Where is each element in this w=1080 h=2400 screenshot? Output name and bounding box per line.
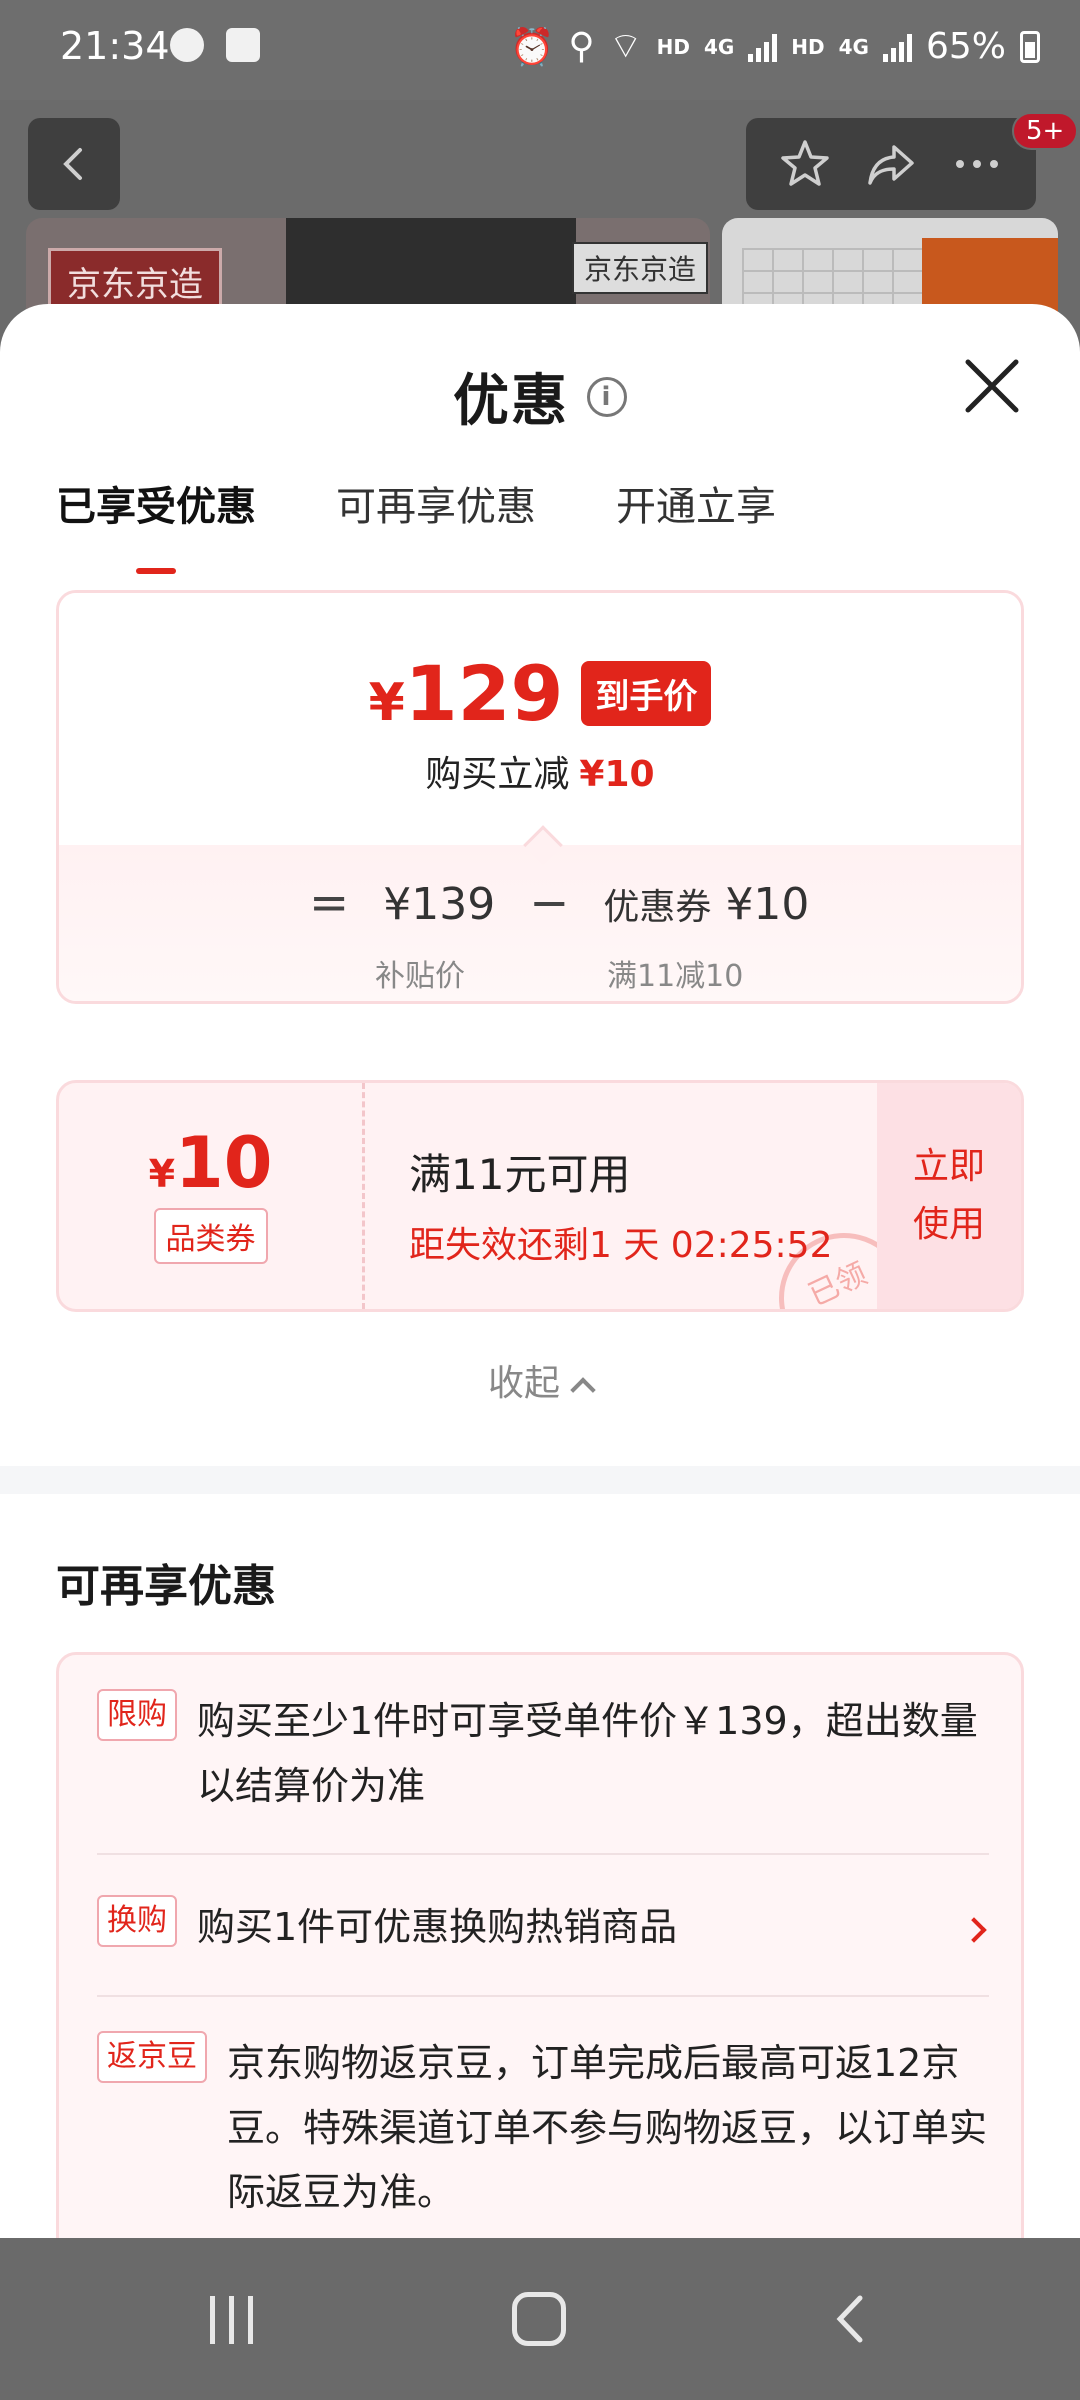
- location-icon: ⚲: [568, 26, 595, 67]
- promo-item-exchange[interactable]: 换购 购买1件可优惠换购热销商品: [97, 1853, 989, 1960]
- recent-apps-button[interactable]: [210, 2296, 253, 2344]
- coupon-amount: ¥10: [148, 1122, 273, 1204]
- more-discounts-card: 限购 购买至少1件时可享受单件价￥139，超出数量以结算价为准 换购 购买1件可…: [56, 1652, 1024, 2238]
- discount-tabs: 已享受优惠 可再享优惠 开通立享: [56, 474, 776, 574]
- use-now-button[interactable]: 立即 使用: [877, 1083, 1021, 1309]
- coupon-expiry-countdown: 距失效还剩1 天 02:25:52: [409, 1225, 833, 1266]
- signal-icon-1: [748, 32, 778, 62]
- hd-label-2: HD: [791, 34, 825, 59]
- tab-more-available[interactable]: 可再享优惠: [336, 474, 536, 532]
- price-breakdown: = ¥139 − 优惠券 ¥10 补贴价 满11减10: [59, 825, 1021, 1001]
- coupon-category-badge: 品类券: [153, 1208, 268, 1264]
- screen-record-icon: [226, 28, 260, 62]
- battery-icon: [1020, 30, 1040, 63]
- chevron-left-icon: [63, 148, 82, 180]
- hd-label-1: HD: [656, 34, 690, 59]
- network-type-2: 4G: [838, 34, 869, 59]
- chevron-up-icon: [570, 1377, 596, 1403]
- close-icon[interactable]: [960, 354, 1024, 418]
- final-price-tag: 到手价: [581, 661, 712, 726]
- more-icon[interactable]: [950, 137, 1004, 191]
- promo-text: 购买至少1件时可享受单件价￥139，超出数量以结算价为准: [197, 1699, 978, 1808]
- status-right: ⏰ ⚲ ⌔ HD 4G HD 4G 65%: [510, 24, 1040, 69]
- discount-sheet: 优惠 i 已享受优惠 可再享优惠 开通立享 ¥129 到手价 购买立减 ¥10 =: [0, 304, 1080, 2238]
- home-button[interactable]: [512, 2292, 566, 2346]
- promo-text: 购买1件可优惠换购热销商品: [197, 1905, 678, 1949]
- system-back-button[interactable]: [826, 2294, 876, 2344]
- network-type-1: 4G: [703, 34, 735, 59]
- top-actions: [746, 118, 1036, 210]
- coupon-condition: 满11元可用: [409, 1150, 631, 1199]
- alarm-icon: ⏰: [509, 26, 555, 68]
- star-icon[interactable]: [778, 137, 832, 191]
- final-price: ¥129: [368, 649, 564, 738]
- app-notification-icon: [170, 28, 204, 62]
- promo-item-jd-beans: 返京豆 京东购物返京豆，订单完成后最高可返12京豆。特殊渠道订单不参与购物返豆，…: [97, 1995, 989, 2225]
- message-badge: 5+: [1012, 112, 1079, 150]
- promo-tag: 限购: [97, 1689, 177, 1741]
- share-icon[interactable]: [864, 137, 918, 191]
- promo-tag: 换购: [97, 1895, 177, 1947]
- wifi-icon: ⌔: [608, 26, 643, 67]
- section-divider: [0, 1466, 1080, 1494]
- price-summary-card: ¥129 到手价 购买立减 ¥10 = ¥139 − 优惠券 ¥10 补贴价 满1…: [56, 590, 1024, 1004]
- brand-tag-small: 京东京造: [572, 242, 709, 294]
- system-navigation-bar: [0, 2238, 1080, 2400]
- promo-tag: 返京豆: [97, 2031, 207, 2083]
- back-button[interactable]: [28, 118, 120, 210]
- chevron-right-icon: [961, 1917, 987, 1943]
- sheet-header: 优惠 i: [0, 356, 1080, 437]
- base-price: ¥139: [383, 879, 496, 930]
- status-bar: 21:34 ⏰ ⚲ ⌔ HD 4G HD 4G 65%: [0, 0, 1080, 100]
- status-left-icons: [170, 28, 260, 62]
- instant-discount: 购买立减 ¥10: [425, 754, 655, 795]
- tab-enjoyed[interactable]: 已享受优惠: [56, 474, 256, 574]
- sheet-title: 优惠: [453, 369, 569, 434]
- battery-percent: 65%: [925, 26, 1006, 67]
- coupon-card: ¥10 品类券 满11元可用 距失效还剩1 天 02:25:52 已领 立即 使…: [56, 1080, 1024, 1312]
- promo-text: 京东购物返京豆，订单完成后最高可返12京豆。特殊渠道订单不参与购物返豆，以订单实…: [227, 2041, 988, 2215]
- more-discounts-title: 可再享优惠: [56, 1561, 276, 1612]
- signal-icon-2: [882, 32, 912, 62]
- base-price-caption: 补贴价: [375, 959, 465, 994]
- promo-item-purchase-limit: 限购 购买至少1件时可享受单件价￥139，超出数量以结算价为准: [97, 1689, 989, 1818]
- tab-activate[interactable]: 开通立享: [616, 474, 776, 532]
- collapse-button[interactable]: 收起: [0, 1354, 1080, 1406]
- equals-sign: =: [309, 875, 350, 931]
- background-product-page: 5+ 京东京造 京东京造: [0, 100, 1080, 338]
- minus-sign: −: [529, 875, 570, 931]
- status-time: 21:34: [60, 24, 170, 68]
- coupon-caption: 满11减10: [607, 959, 744, 994]
- info-icon[interactable]: i: [587, 376, 627, 417]
- coupon-deduction: 优惠券 ¥10: [603, 879, 810, 930]
